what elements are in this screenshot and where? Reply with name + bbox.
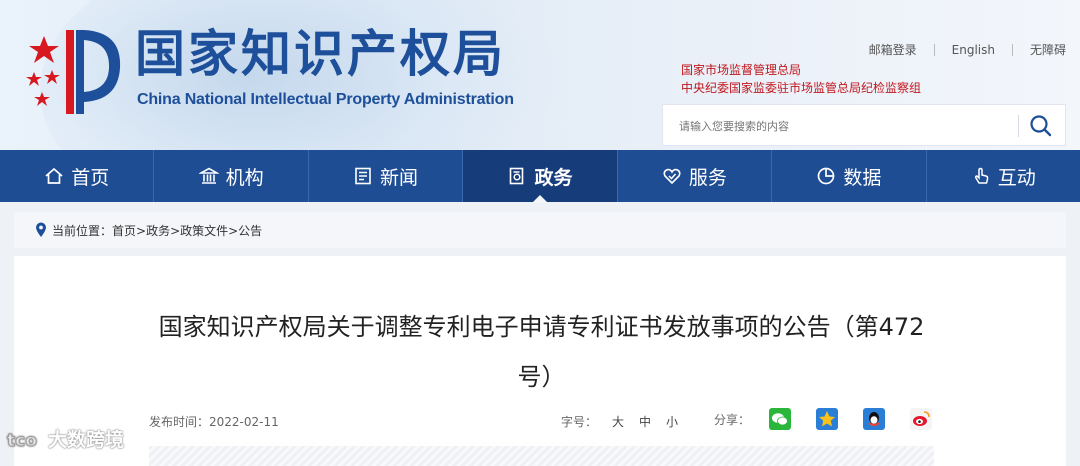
breadcrumb-path[interactable]: 首页>政务>政策文件>公告 <box>112 222 262 239</box>
nav-item-institution[interactable]: 机构 <box>154 150 309 202</box>
interaction-hand-icon <box>974 167 989 184</box>
weibo-icon[interactable] <box>910 408 933 430</box>
publish-date: 2022-02-11 <box>209 415 279 429</box>
search-input[interactable] <box>677 115 1001 137</box>
english-link[interactable]: English <box>935 43 1012 57</box>
publish-info: 发布时间：2022-02-11 <box>149 413 279 430</box>
wechat-icon[interactable] <box>769 408 792 430</box>
nav-label: 互动 <box>997 166 1036 189</box>
news-icon <box>355 167 371 185</box>
nav-label: 首页 <box>71 166 110 189</box>
nav-label: 数据 <box>843 166 882 189</box>
watermark-logo-icon: tco <box>7 430 37 451</box>
font-size-control: 字号： 大 中 小 <box>561 413 678 430</box>
nav-item-government-affairs[interactable]: 政务 <box>463 150 618 203</box>
accessibility-link[interactable]: 无障碍 <box>1013 41 1066 58</box>
mail-login-link[interactable]: 邮箱登录 <box>852 41 934 58</box>
qq-icon[interactable] <box>863 408 886 430</box>
org-link-samr[interactable]: 国家市场监督管理总局 <box>681 61 801 78</box>
main-nav: 首页 机构 新闻 政务 服务 数据 互动 <box>0 150 1080 203</box>
nav-item-interaction[interactable]: 互动 <box>927 150 1080 202</box>
breadcrumb: 当前位置： 首页>政务>政策文件>公告 <box>14 212 1066 248</box>
nav-item-data[interactable]: 数据 <box>772 150 927 202</box>
institution-icon <box>198 167 219 184</box>
article-title: 国家知识产权局关于调整专利电子申请专利证书发放事项的公告（第472号） <box>158 313 925 391</box>
share-label: 分享： <box>714 412 751 427</box>
nav-label: 新闻 <box>380 166 419 189</box>
divider-band <box>149 446 934 466</box>
data-chart-icon <box>817 167 835 185</box>
nav-item-news[interactable]: 新闻 <box>309 150 464 202</box>
watermark-text: 大数跨境 <box>48 429 125 451</box>
divider <box>1018 115 1019 137</box>
top-links: 邮箱登录 English 无障碍 <box>852 41 1066 58</box>
search-box <box>662 104 1066 146</box>
search-icon[interactable] <box>1028 113 1054 139</box>
share-bar: 分享： <box>714 408 957 430</box>
font-size-small[interactable]: 小 <box>666 413 678 430</box>
nav-label: 服务 <box>688 166 727 189</box>
nav-item-service[interactable]: 服务 <box>618 150 773 202</box>
location-pin-icon <box>36 222 46 237</box>
service-icon <box>663 168 681 185</box>
nav-item-home[interactable]: 首页 <box>0 150 155 202</box>
government-affairs-icon <box>510 167 524 185</box>
font-size-medium[interactable]: 中 <box>639 413 651 430</box>
site-title-en: China National Intellectual Property Adm… <box>137 91 514 108</box>
nav-label: 机构 <box>225 166 264 189</box>
home-icon <box>45 167 63 184</box>
cnipa-logo[interactable] <box>14 22 124 122</box>
publish-label: 发布时间： <box>149 415 210 429</box>
font-size-large[interactable]: 大 <box>612 413 624 430</box>
site-title-cn: 国家知识产权局 <box>135 25 506 83</box>
font-size-label: 字号： <box>561 415 598 429</box>
nav-label: 政务 <box>534 166 573 189</box>
org-link-discipline[interactable]: 中央纪委国家监委驻市场监管总局纪检监察组 <box>681 79 921 96</box>
breadcrumb-prefix: 当前位置： <box>52 223 113 238</box>
watermark: tco 大数跨境 <box>6 425 124 452</box>
svg-text:tco: tco <box>7 431 37 451</box>
site-header: 国家知识产权局 China National Intellectual Prop… <box>0 0 1080 150</box>
article-card: 国家知识产权局关于调整专利电子申请专利证书发放事项的公告（第472号） 发布时间… <box>14 256 1066 466</box>
qzone-icon[interactable] <box>816 408 839 430</box>
